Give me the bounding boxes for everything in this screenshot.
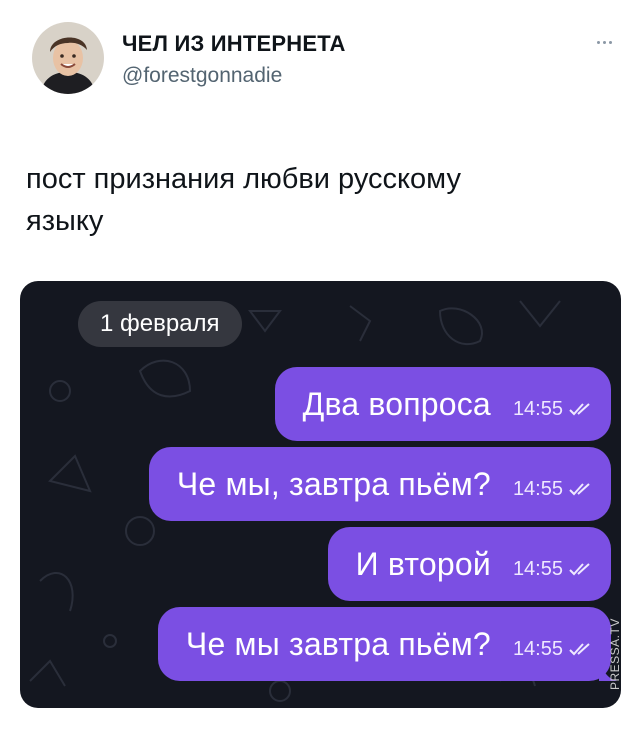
message-text: Че мы, завтра пьём?	[176, 465, 491, 502]
message-bubble[interactable]: И второй 14:55	[327, 527, 611, 601]
message-bubble[interactable]: Два вопроса 14:55	[274, 367, 611, 441]
double-check-icon	[569, 643, 590, 656]
tweet-text-line: пост признания любви русскому	[26, 163, 461, 195]
message-time: 14:55	[512, 397, 563, 420]
tweet-text-line: языку	[26, 205, 104, 237]
user-handle[interactable]: @forestgonnadie	[122, 64, 282, 88]
double-check-icon	[569, 403, 590, 416]
message-text: Че мы завтра пьём?	[185, 625, 491, 662]
message-text: Два вопроса	[302, 385, 491, 422]
message-bubble[interactable]: Че мы завтра пьём? 14:55	[157, 607, 617, 681]
message-text: И второй	[355, 545, 491, 582]
message-time: 14:55	[512, 637, 563, 660]
tweet-text: пост признания любви русскому языку	[26, 158, 586, 242]
more-options-icon[interactable]	[590, 34, 618, 50]
date-separator: 1 февраля	[78, 301, 242, 347]
message-bubble[interactable]: Че мы, завтра пьём? 14:55	[148, 447, 611, 521]
double-check-icon	[569, 563, 590, 576]
chat-screenshot: 1 февраля Два вопроса 14:55 Че мы, завтр…	[20, 281, 621, 708]
message-time: 14:55	[512, 557, 563, 580]
display-name[interactable]: ЧЕЛ ИЗ ИНТЕРНЕТА	[122, 31, 346, 57]
message-time: 14:55	[512, 477, 563, 500]
avatar-photo	[32, 22, 104, 94]
double-check-icon	[569, 483, 590, 496]
avatar[interactable]	[32, 22, 104, 94]
watermark: PRESSA.TV	[608, 618, 622, 690]
